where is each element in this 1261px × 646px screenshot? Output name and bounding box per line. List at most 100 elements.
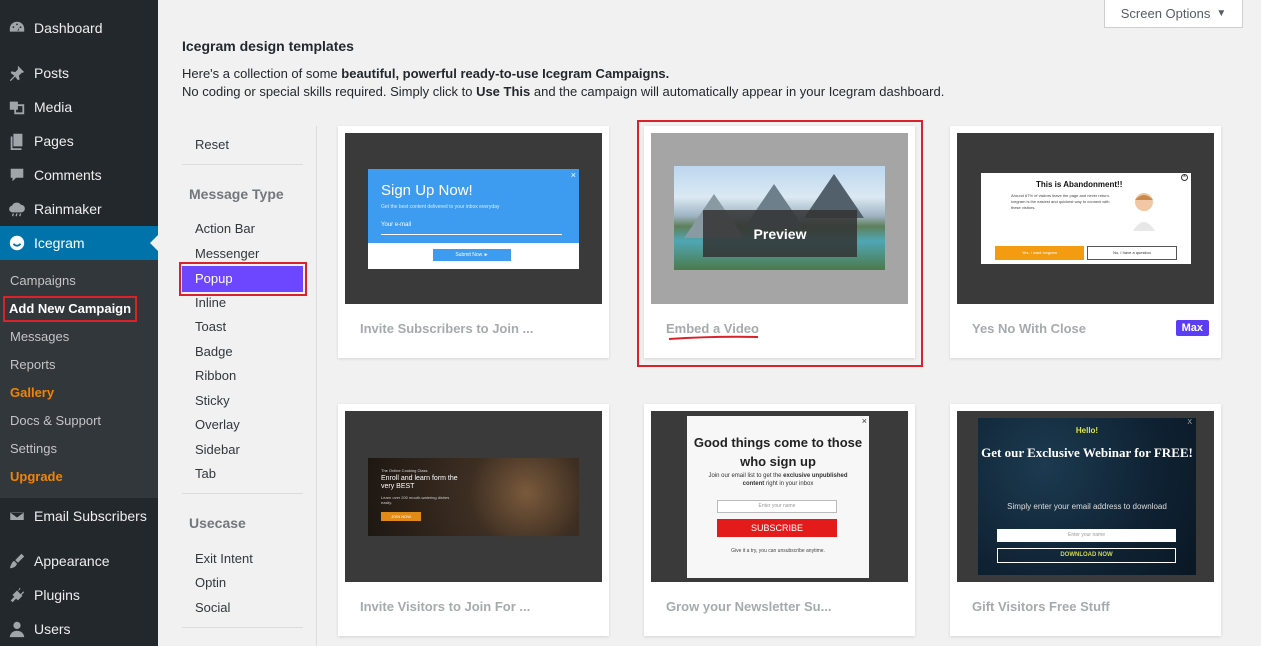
template-thumbnail[interactable]: × Good things come to those who sign up … (651, 411, 908, 582)
filter-divider (182, 493, 303, 494)
filter-reset[interactable]: Reset (195, 135, 229, 155)
preview-subtitle: Get the best content delivered to your i… (381, 204, 500, 210)
intro-text: No coding or special skills required. Si… (182, 84, 477, 99)
filter-heading-usecase: Usecase (189, 515, 246, 531)
red-underline (668, 335, 759, 340)
menu-appearance[interactable]: Appearance (0, 544, 158, 578)
submenu-upgrade[interactable]: Upgrade (10, 467, 63, 487)
intro-bold: Use This (476, 84, 531, 99)
template-thumbnail[interactable]: The Online Cooking Class Enroll and lear… (345, 411, 602, 582)
menu-label: Users (34, 621, 71, 637)
dashboard-icon (7, 18, 27, 38)
menu-label: Media (34, 99, 73, 115)
menu-posts[interactable]: Posts (0, 56, 158, 90)
submenu-messages[interactable]: Messages (10, 327, 69, 347)
menu-rainmaker[interactable]: Rainmaker (0, 192, 158, 226)
submenu-campaigns[interactable]: Campaigns (10, 271, 76, 291)
menu-label: Pages (34, 133, 74, 149)
comment-icon (7, 165, 27, 185)
preview-title: Sign Up Now! (381, 182, 473, 199)
menu-label: Rainmaker (34, 201, 102, 217)
menu-dashboard[interactable]: Dashboard (0, 11, 158, 45)
filter-divider (182, 627, 303, 628)
template-name: Yes No With Close (972, 321, 1087, 336)
column-divider (316, 126, 317, 646)
intro-text: and the campaign will automatically appe… (530, 84, 945, 99)
preview-button[interactable]: Preview (703, 210, 857, 257)
template-name: Gift Visitors Free Stuff (972, 599, 1110, 614)
filter-badge[interactable]: Badge (195, 342, 233, 362)
plug-icon (7, 585, 27, 605)
template-card[interactable]: This is Abandonment!! Around 67% of visi… (950, 126, 1221, 358)
menu-label: Dashboard (34, 20, 103, 36)
menu-label: Plugins (34, 587, 80, 603)
menu-email-subscribers[interactable]: Email Subscribers (0, 499, 158, 533)
template-card[interactable]: The Online Cooking Class Enroll and lear… (338, 404, 609, 636)
filter-toast[interactable]: Toast (195, 317, 226, 337)
menu-comments[interactable]: Comments (0, 158, 158, 192)
pages-icon (7, 131, 27, 151)
filter-optin[interactable]: Optin (195, 573, 226, 593)
page-title: Icegram design templates (182, 38, 354, 54)
menu-plugins[interactable]: Plugins (0, 578, 158, 612)
preview-kicker: The Online Cooking Class (381, 468, 428, 473)
template-name: Embed a Video (666, 321, 759, 336)
menu-label: Email Subscribers (34, 508, 147, 524)
preview-subtitle: Simply enter your email address to downl… (1007, 502, 1167, 511)
preview-button: Submit Now ► (433, 249, 511, 261)
filter-popup[interactable]: Popup (182, 266, 303, 292)
filter-sidebar[interactable]: Sidebar (195, 440, 240, 460)
preview-footer: Give it a try, you can unsubscribe anyti… (731, 548, 825, 554)
filter-exit-intent[interactable]: Exit Intent (195, 549, 253, 569)
template-name: Invite Subscribers to Join ... (360, 321, 534, 336)
template-thumbnail[interactable]: Sign Up Now! Get the best content delive… (345, 133, 602, 304)
template-card[interactable]: × Good things come to those who sign up … (644, 404, 915, 636)
menu-icegram[interactable]: Icegram (0, 226, 158, 260)
filter-divider (182, 164, 303, 165)
submenu-settings[interactable]: Settings (10, 439, 57, 459)
template-thumbnail[interactable]: Preview (651, 133, 908, 304)
template-name: Grow your Newsletter Su... (666, 599, 832, 614)
preview-button: DOWNLOAD NOW (997, 548, 1176, 563)
filter-inline[interactable]: Inline (195, 293, 226, 313)
icegram-icon (7, 233, 27, 253)
filter-messenger[interactable]: Messenger (195, 244, 259, 264)
submenu-reports[interactable]: Reports (10, 355, 56, 375)
filter-overlay[interactable]: Overlay (195, 415, 240, 435)
preview-text-part: Join our email list to get the (708, 473, 784, 479)
caret-down-icon: ▼ (1216, 8, 1227, 19)
intro-line-1: Here's a collection of some beautiful, p… (182, 66, 669, 81)
intro-text: Here's a collection of some (182, 66, 342, 81)
preview-title: This is Abandonment!! (1036, 180, 1123, 189)
filter-action-bar[interactable]: Action Bar (195, 219, 255, 239)
preview-field: Enter your name (717, 500, 837, 513)
menu-pages[interactable]: Pages (0, 124, 158, 158)
screen-options-label: Screen Options (1120, 6, 1211, 21)
preview-text-part: right in your inbox (764, 481, 814, 487)
preview-heading: Get our Exclusive Webinar for FREE! (981, 445, 1193, 460)
cloud-icon (7, 199, 27, 219)
filter-sticky[interactable]: Sticky (195, 391, 230, 411)
intro-bold: beautiful, powerful ready-to-use Icegram… (341, 66, 670, 81)
template-card[interactable]: Preview Embed a Video (644, 126, 915, 358)
icegram-submenu: Campaigns Add New Campaign Messages Repo… (0, 260, 158, 498)
active-arrow-icon (150, 235, 158, 251)
submenu-docs-support[interactable]: Docs & Support (10, 411, 101, 431)
screen-options-button[interactable]: Screen Options ▼ (1104, 0, 1243, 28)
template-card[interactable]: X Hello! Get our Exclusive Webinar for F… (950, 404, 1221, 636)
filter-ribbon[interactable]: Ribbon (195, 366, 236, 386)
filter-tab[interactable]: Tab (195, 464, 216, 484)
submenu-gallery[interactable]: Gallery (10, 383, 54, 403)
submenu-add-new-campaign[interactable]: Add New Campaign (3, 296, 138, 322)
preview-title: Enroll and learn form the very BEST (381, 475, 458, 490)
user-icon (7, 619, 27, 639)
filter-social[interactable]: Social (195, 598, 230, 618)
menu-users[interactable]: Users (0, 612, 158, 646)
template-thumbnail[interactable]: This is Abandonment!! Around 67% of visi… (957, 133, 1214, 304)
template-card[interactable]: Sign Up Now! Get the best content delive… (338, 126, 609, 358)
filter-heading-message-type: Message Type (189, 186, 284, 202)
preview-text: Around 67% of visitors leave the page an… (1011, 193, 1110, 210)
preview-field-line (381, 234, 562, 235)
template-thumbnail[interactable]: X Hello! Get our Exclusive Webinar for F… (957, 411, 1214, 582)
menu-media[interactable]: Media (0, 90, 158, 124)
